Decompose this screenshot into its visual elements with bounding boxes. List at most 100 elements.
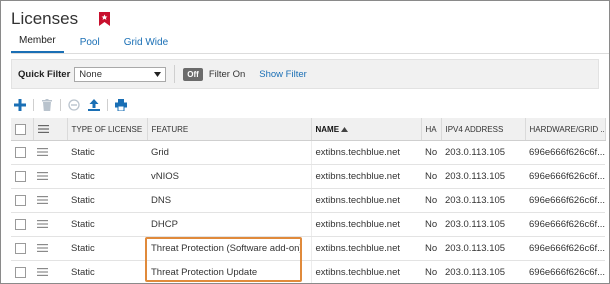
row-menu-icon[interactable]: [37, 220, 48, 229]
table-row[interactable]: Static DHCP extibns.techblue.net No 203.0.11…: [11, 212, 605, 237]
cell-feature: Threat Protection (Software add-on): [147, 236, 312, 261]
row-menu-cell[interactable]: [33, 236, 67, 261]
row-checkbox[interactable]: [15, 242, 26, 254]
cell-name: extibns.techblue.net: [311, 164, 421, 189]
row-checkbox[interactable]: [15, 218, 26, 230]
cell-type: Static: [67, 164, 147, 189]
table-row[interactable]: Static Threat Protection Update extibns.te…: [11, 260, 605, 283]
row-menu-cell[interactable]: [33, 212, 67, 237]
cell-type: Static: [67, 212, 147, 237]
row-select-cell[interactable]: [11, 140, 33, 165]
quick-filter-value: None: [79, 68, 102, 80]
title-row: Licenses: [11, 9, 111, 29]
column-header-feature[interactable]: FEATURE: [147, 118, 312, 141]
clear-icon[interactable]: [67, 98, 81, 112]
quick-filter-bar: Quick Filter None Off Filter On Show Fil…: [11, 59, 599, 89]
cell-ha: No: [421, 140, 441, 165]
table-row[interactable]: Static Grid extibns.techblue.net No 203.0.11…: [11, 140, 605, 165]
row-select-cell[interactable]: [11, 260, 33, 283]
row-menu-icon[interactable]: [37, 172, 48, 181]
filter-toggle[interactable]: Off: [183, 67, 203, 81]
table-row[interactable]: Static vNIOS extibns.techblue.net No 203.0.1…: [11, 164, 605, 189]
column-header-type[interactable]: TYPE OF LICENSE: [67, 118, 148, 141]
cell-type: Static: [67, 188, 147, 213]
cell-feature: DNS: [147, 188, 312, 213]
row-menu-icon[interactable]: [37, 244, 48, 253]
cell-type: Static: [67, 260, 147, 283]
toolbar-divider: [60, 99, 61, 111]
row-select-cell[interactable]: [11, 236, 33, 261]
row-menu-icon[interactable]: [37, 196, 48, 205]
cell-name: extibns.techblue.net: [311, 140, 421, 165]
cell-name: extibns.techblue.net: [311, 212, 421, 237]
tab-bar: Member Pool Grid Wide: [11, 31, 184, 53]
cell-feature: DHCP: [147, 212, 312, 237]
column-header-ha[interactable]: HA: [421, 118, 442, 141]
licenses-panel: Licenses Member Pool Grid Wide Quick Fil…: [0, 0, 610, 284]
tabs-divider: [11, 53, 609, 54]
row-menu-cell[interactable]: [33, 188, 67, 213]
cell-ha: No: [421, 260, 441, 283]
cell-ipv4: 203.0.113.105: [441, 164, 525, 189]
filter-on-label: Filter On: [208, 68, 246, 80]
row-menu-icon[interactable]: [37, 268, 48, 277]
select-all-checkbox[interactable]: [15, 123, 26, 135]
cell-hardware: 696e666f626c6f...: [525, 164, 605, 189]
cell-type: Static: [67, 140, 147, 165]
menu-header-cell[interactable]: [33, 118, 68, 141]
cell-ha: No: [421, 164, 441, 189]
quick-filter-label: Quick Filter: [18, 68, 71, 80]
row-checkbox[interactable]: [15, 146, 26, 158]
cell-ha: No: [421, 212, 441, 237]
row-select-cell[interactable]: [11, 212, 33, 237]
row-checkbox[interactable]: [15, 266, 26, 278]
page-title: Licenses: [11, 9, 79, 28]
toolbar-divider: [33, 99, 34, 111]
cell-ipv4: 203.0.113.105: [441, 260, 525, 283]
filter-divider: [174, 65, 176, 83]
quick-filter-select[interactable]: None: [74, 66, 167, 82]
cell-name: extibns.techblue.net: [311, 236, 421, 261]
table-header-row: TYPE OF LICENSE FEATURE NAME HA IPV4 ADD…: [11, 118, 606, 141]
cell-name: extibns.techblue.net: [311, 188, 421, 213]
cell-hardware: 696e666f626c6f...: [525, 212, 605, 237]
cell-hardware: 696e666f626c6f...: [525, 260, 605, 283]
bookmark-icon[interactable]: [98, 11, 111, 27]
add-icon[interactable]: [13, 98, 27, 112]
row-checkbox[interactable]: [15, 194, 26, 206]
tab-grid-wide[interactable]: Grid Wide: [116, 37, 176, 53]
cell-type: Static: [67, 236, 147, 261]
column-header-name[interactable]: NAME: [311, 118, 422, 141]
show-filter-link[interactable]: Show Filter: [259, 69, 307, 80]
tab-member[interactable]: Member: [11, 35, 64, 53]
row-checkbox[interactable]: [15, 170, 26, 182]
cell-ipv4: 203.0.113.105: [441, 140, 525, 165]
cell-ipv4: 203.0.113.105: [441, 212, 525, 237]
menu-icon[interactable]: [37, 125, 49, 134]
column-header-hardware[interactable]: HARDWARE/GRID ...: [525, 118, 606, 141]
row-select-cell[interactable]: [11, 188, 33, 213]
column-header-ipv4[interactable]: IPV4 ADDRESS: [441, 118, 526, 141]
row-menu-icon[interactable]: [37, 148, 48, 157]
cell-hardware: 696e666f626c6f...: [525, 188, 605, 213]
cell-feature: vNIOS: [147, 164, 312, 189]
row-select-cell[interactable]: [11, 164, 33, 189]
table-row[interactable]: Static Threat Protection (Software add-on…: [11, 236, 605, 261]
chevron-down-icon: [154, 71, 162, 77]
table-row[interactable]: Static DNS extibns.techblue.net No 203.0.113…: [11, 188, 605, 213]
licenses-table: TYPE OF LICENSE FEATURE NAME HA IPV4 ADD…: [11, 118, 606, 283]
cell-feature: Grid: [147, 140, 312, 165]
row-menu-cell[interactable]: [33, 260, 67, 283]
tab-pool[interactable]: Pool: [72, 37, 108, 53]
toolbar-divider: [107, 99, 108, 111]
delete-icon[interactable]: [40, 98, 54, 112]
column-header-name-label: NAME: [315, 124, 340, 134]
select-all-cell[interactable]: [11, 118, 34, 141]
cell-feature: Threat Protection Update: [147, 260, 312, 283]
export-icon[interactable]: [87, 98, 101, 112]
print-icon[interactable]: [114, 98, 128, 112]
cell-ipv4: 203.0.113.105: [441, 188, 525, 213]
row-menu-cell[interactable]: [33, 140, 67, 165]
sort-ascending-icon: [341, 126, 349, 132]
row-menu-cell[interactable]: [33, 164, 67, 189]
